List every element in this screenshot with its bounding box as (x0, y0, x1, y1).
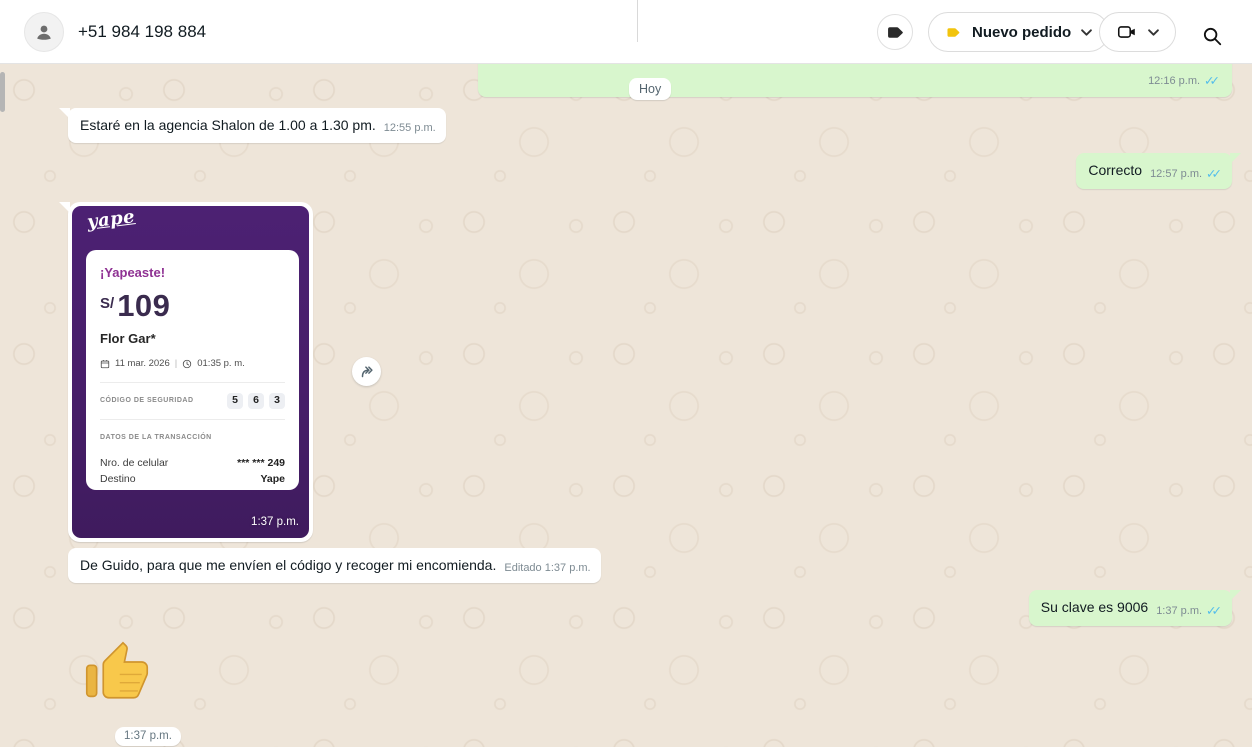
security-code-row: CÓDIGO DE SEGURIDAD 5 6 3 (100, 391, 285, 410)
bubble-tail (59, 202, 70, 213)
message-incoming: Estaré en la agencia Shalon de 1.00 a 1.… (68, 108, 446, 143)
chat-message-area: 12:16 p.m. ✓✓ Hoy Estaré en la agencia Sh… (0, 64, 1252, 747)
transaction-data-label: DATOS DE LA TRANSACCIÓN (100, 428, 285, 447)
receipt-time: 01:35 p. m. (197, 354, 245, 373)
message-text: Correcto (1088, 161, 1142, 180)
receipt-title: ¡Yapeaste! (100, 263, 285, 282)
transaction-row: Nro. de operación 08885563 (100, 487, 285, 490)
message-time: 12:57 p.m. (1150, 168, 1202, 180)
search-icon (1201, 25, 1223, 47)
amount-value: 109 (117, 290, 170, 322)
chevron-down-icon (1081, 29, 1092, 36)
person-icon (32, 20, 56, 44)
message-outgoing: Correcto 12:57 p.m. ✓✓ (1076, 153, 1232, 189)
clock-icon (182, 359, 192, 369)
forward-message-button[interactable] (352, 357, 381, 386)
receipt-amount: S/ 109 (100, 290, 285, 322)
transaction-row: Nro. de celular *** *** 249 (100, 455, 285, 471)
message-text: Su clave es 9006 (1041, 598, 1148, 617)
edited-label: Editado (504, 562, 541, 574)
message-text: De Guido, para que me envíen el código y… (80, 556, 496, 575)
whatsapp-chat-window: +51 984 198 884 Nuevo pedido (0, 0, 1252, 747)
video-camera-icon (1116, 21, 1138, 43)
receipt-date: 11 mar. 2026 (115, 354, 170, 373)
message-image-yape-receipt[interactable]: yape ¡Yapeaste! S/ 109 Flor Gar* 11 mar.… (68, 202, 313, 542)
scrollbar-thumb[interactable] (0, 72, 5, 112)
currency-symbol: S/ (100, 294, 114, 313)
tag-button[interactable] (877, 14, 913, 50)
contact-name[interactable]: +51 984 198 884 (78, 0, 206, 64)
row-value: Yape (260, 471, 285, 487)
thumbs-up-emoji (84, 640, 150, 706)
receipt-datetime: 11 mar. 2026 | 01:35 p. m. (100, 354, 285, 373)
tag-icon (885, 22, 906, 43)
message-time: 1:37 p.m. (251, 513, 299, 532)
chevron-down-icon (1148, 29, 1159, 36)
message-outgoing: Su clave es 9006 1:37 p.m. ✓✓ (1029, 590, 1232, 626)
bubble-tail (1230, 153, 1241, 164)
contact-avatar[interactable] (24, 12, 64, 52)
message-incoming: De Guido, para que me envíen el código y… (68, 548, 601, 583)
chat-header: +51 984 198 884 Nuevo pedido (0, 0, 1252, 64)
panel-divider (637, 0, 638, 42)
message-time: 12:16 p.m. (1148, 75, 1200, 87)
row-label: Nro. de celular (100, 455, 168, 471)
yape-receipt-image: yape ¡Yapeaste! S/ 109 Flor Gar* 11 mar.… (72, 206, 309, 538)
forward-icon (358, 363, 376, 381)
transaction-row: Destino Yape (100, 471, 285, 487)
video-call-dropdown[interactable] (1099, 12, 1176, 52)
message-time: 12:55 p.m. (384, 119, 436, 138)
order-tag-label: Nuevo pedido (972, 24, 1071, 41)
row-label: Destino (100, 471, 136, 487)
message-time: 1:37 p.m. (545, 562, 591, 574)
digit-chip: 6 (248, 393, 264, 409)
date-divider: Hoy (629, 78, 671, 100)
order-tag-dropdown[interactable]: Nuevo pedido (928, 12, 1109, 52)
message-time: 1:37 p.m. (1156, 605, 1202, 617)
bubble-tail (1230, 590, 1241, 601)
message-time: 1:37 p.m. (115, 727, 181, 746)
read-ticks-icon: ✓✓ (1206, 604, 1222, 618)
yellow-tag-icon (945, 24, 962, 41)
calendar-icon (100, 359, 110, 369)
row-label: Nro. de operación (100, 487, 183, 490)
row-value: 08885563 (238, 487, 285, 490)
digit-chip: 3 (269, 393, 285, 409)
read-ticks-icon: ✓✓ (1206, 167, 1222, 181)
yape-receipt-card: ¡Yapeaste! S/ 109 Flor Gar* 11 mar. 2026… (86, 250, 299, 490)
receipt-recipient: Flor Gar* (100, 329, 285, 348)
row-value: *** *** 249 (237, 455, 285, 471)
security-code-digits: 5 6 3 (227, 393, 285, 409)
bubble-tail (59, 108, 70, 119)
security-code-label: CÓDIGO DE SEGURIDAD (100, 391, 194, 410)
yape-logo: yape (86, 207, 136, 232)
search-button[interactable] (1198, 22, 1226, 50)
digit-chip: 5 (227, 393, 243, 409)
thumbs-up-icon (84, 640, 150, 706)
read-ticks-icon: ✓✓ (1204, 74, 1220, 88)
message-text: Estaré en la agencia Shalon de 1.00 a 1.… (80, 116, 376, 135)
